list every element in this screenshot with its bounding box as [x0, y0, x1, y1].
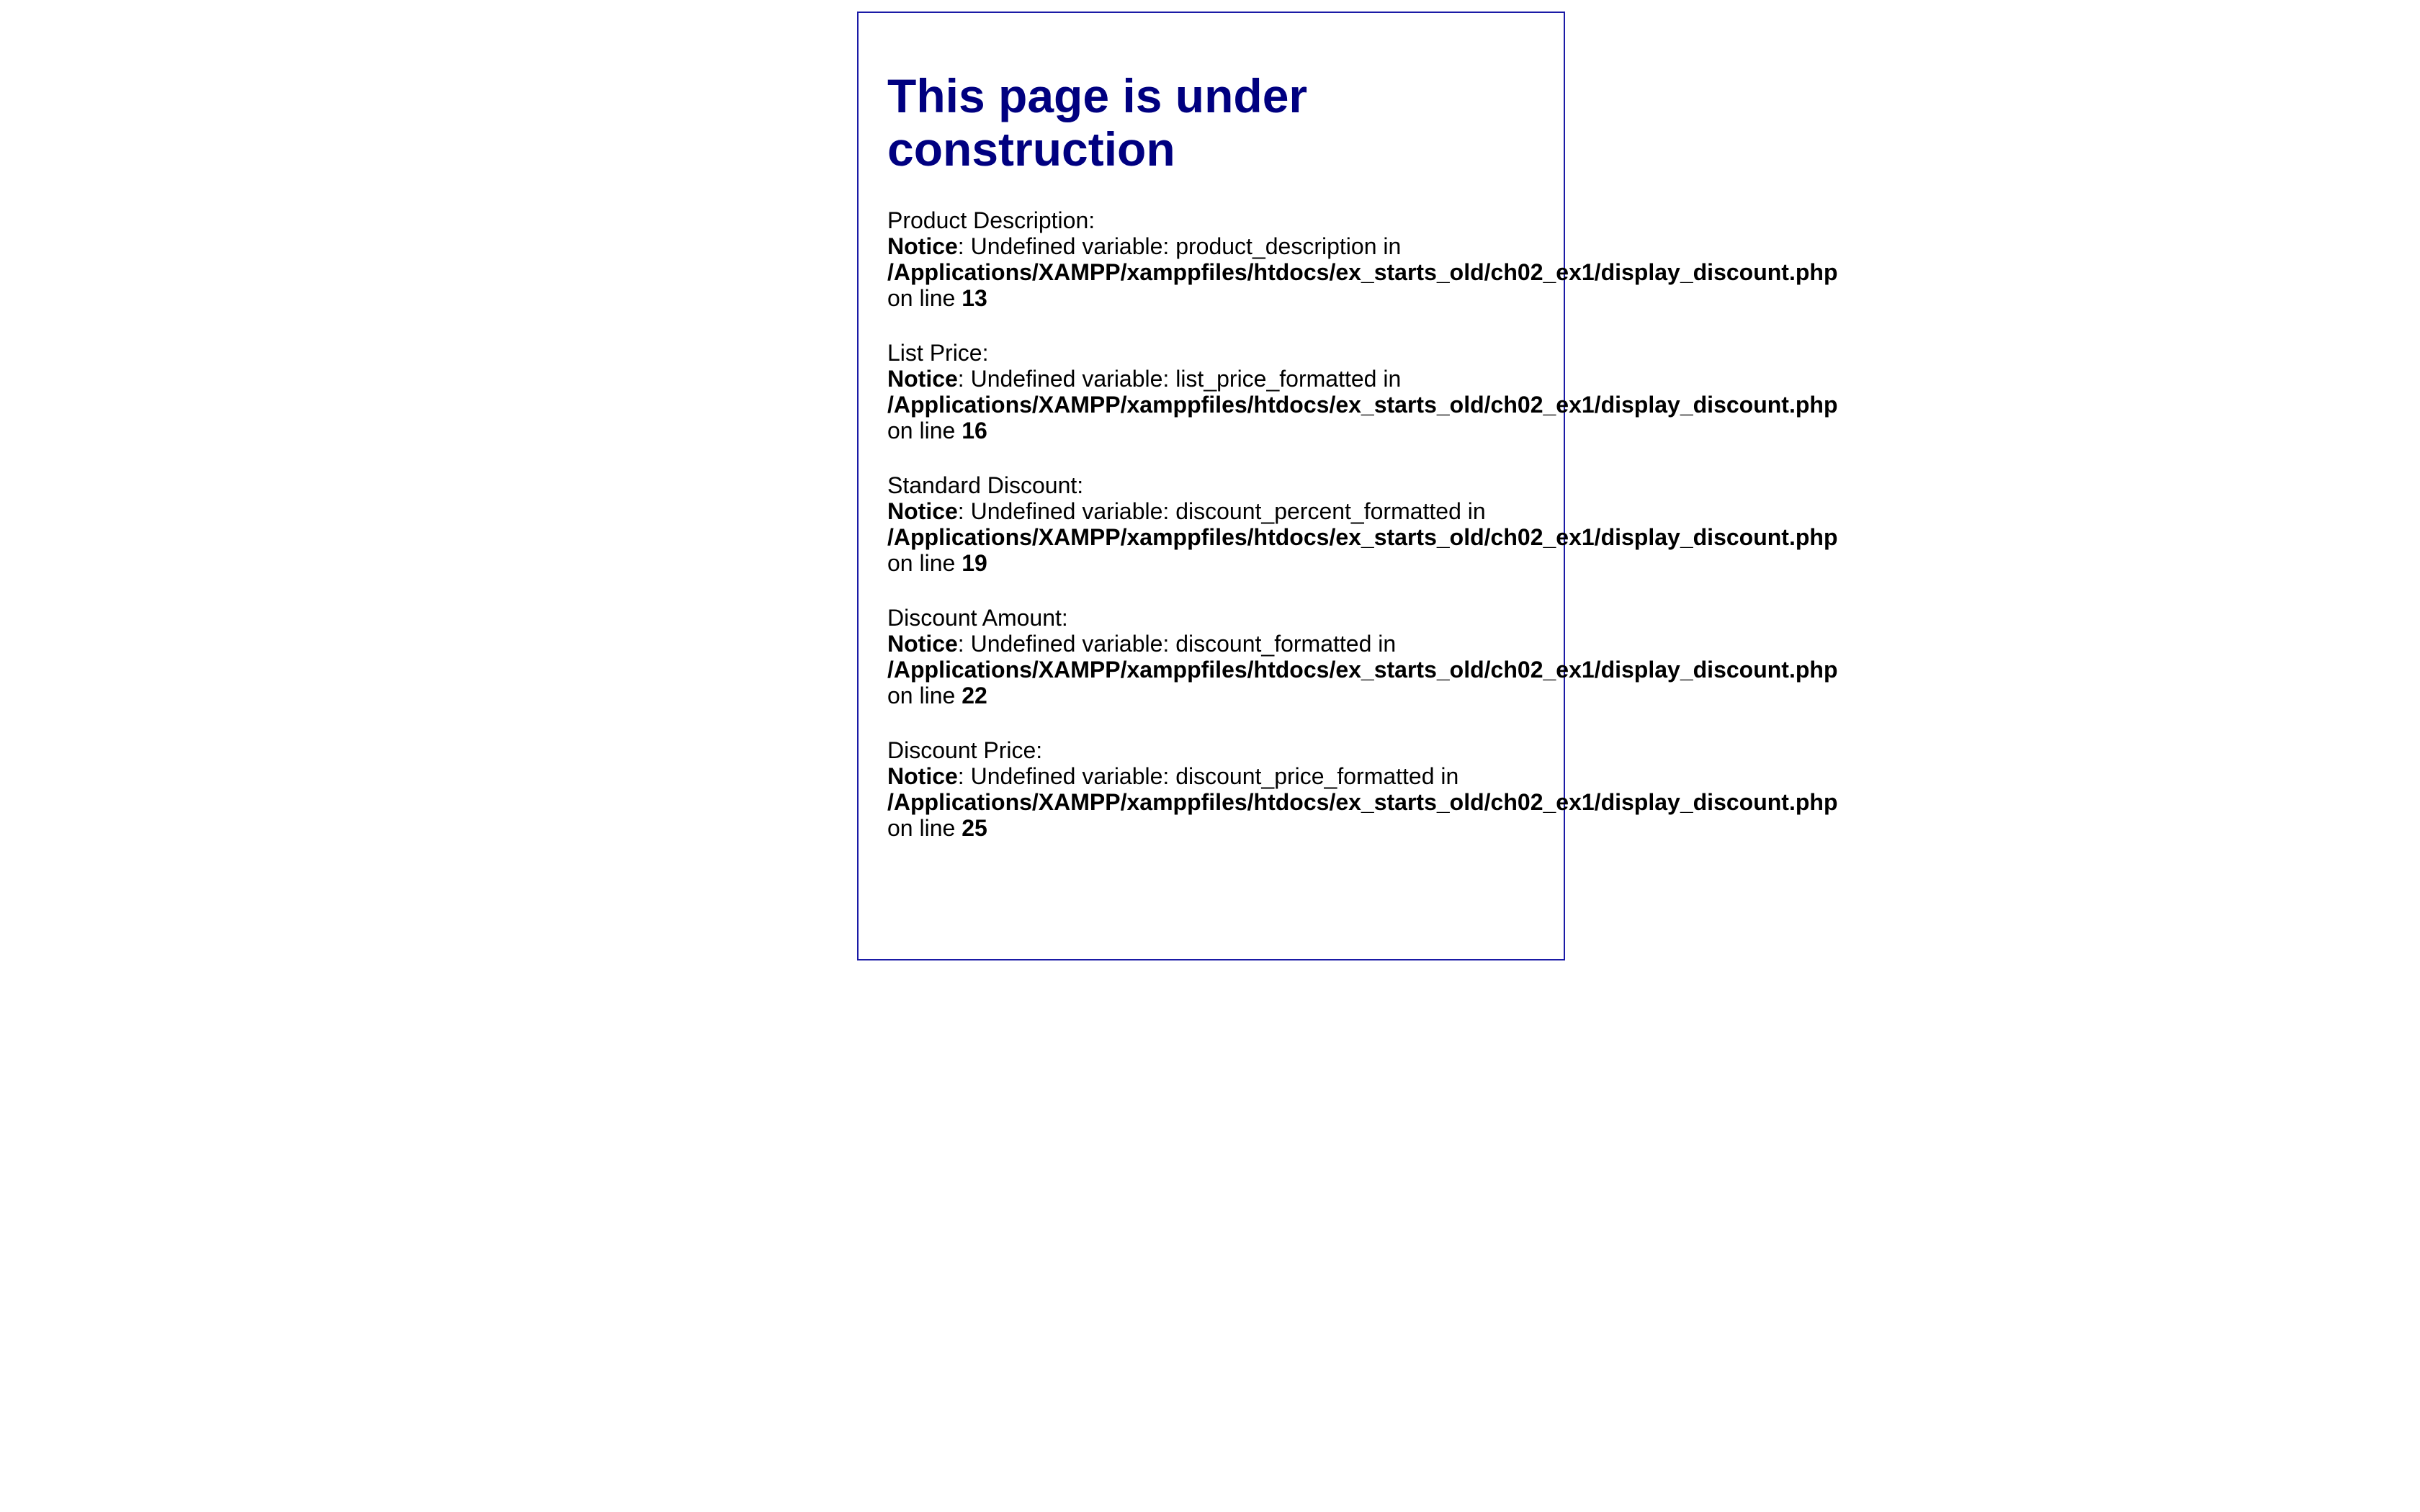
page-title: This page is under construction	[887, 69, 1308, 176]
notice-keyword: Notice	[887, 233, 958, 259]
notice-keyword: Notice	[887, 763, 958, 789]
notice-keyword: Notice	[887, 366, 958, 392]
notice-message: Notice: Undefined variable: discount_for…	[887, 631, 2400, 657]
notice-keyword: Notice	[887, 631, 958, 657]
notice-message: Notice: Undefined variable: list_price_f…	[887, 366, 2400, 392]
file-path: /Applications/XAMPP/xamppfiles/htdocs/ex…	[887, 392, 1838, 418]
field-label: Discount Amount:	[887, 605, 1068, 631]
in-word: in	[1434, 763, 1459, 789]
on-line-text: on line	[887, 418, 962, 444]
variable-name: discount_percent_formatted	[1175, 498, 1461, 524]
file-path: /Applications/XAMPP/xamppfiles/htdocs/ex…	[887, 789, 1838, 815]
notice-message: Notice: Undefined variable: discount_per…	[887, 498, 2400, 524]
field-list-price: List Price: Notice: Undefined variable: …	[887, 340, 2400, 444]
notice-keyword: Notice	[887, 498, 958, 524]
on-line-text: on line	[887, 815, 962, 841]
line-info: on line 19	[887, 550, 2400, 576]
on-line-text: on line	[887, 285, 962, 311]
line-number: 25	[962, 815, 987, 841]
field-label: Standard Discount:	[887, 472, 1084, 498]
line-info: on line 22	[887, 683, 2400, 708]
in-word: in	[1376, 366, 1402, 392]
variable-name: list_price_formatted	[1175, 366, 1377, 392]
line-number: 16	[962, 418, 987, 444]
file-path: /Applications/XAMPP/xamppfiles/htdocs/ex…	[887, 657, 1838, 683]
variable-name: discount_price_formatted	[1175, 763, 1435, 789]
in-word: in	[1376, 233, 1402, 259]
on-line-text: on line	[887, 550, 962, 576]
in-word: in	[1461, 498, 1486, 524]
line-info: on line 13	[887, 285, 2400, 311]
line-info: on line 25	[887, 815, 2400, 841]
notice-separator: : Undefined variable:	[957, 631, 1176, 657]
notice-message: Notice: Undefined variable: discount_pri…	[887, 763, 2400, 789]
variable-name: discount_formatted	[1175, 631, 1372, 657]
notice-message: Notice: Undefined variable: product_desc…	[887, 233, 2400, 259]
variable-name: product_description	[1175, 233, 1377, 259]
file-path: /Applications/XAMPP/xamppfiles/htdocs/ex…	[887, 259, 1838, 285]
field-label: Product Description:	[887, 207, 1095, 233]
notice-separator: : Undefined variable:	[957, 763, 1176, 789]
file-path: /Applications/XAMPP/xamppfiles/htdocs/ex…	[887, 524, 1838, 550]
line-number: 22	[962, 683, 987, 708]
field-label: Discount Price:	[887, 737, 1043, 763]
line-number: 13	[962, 285, 987, 311]
notice-separator: : Undefined variable:	[957, 366, 1176, 392]
field-label: List Price:	[887, 340, 989, 366]
page-content: This page is under construction Product …	[887, 69, 2400, 841]
field-discount-amount: Discount Amount: Notice: Undefined varia…	[887, 605, 2400, 708]
line-number: 19	[962, 550, 987, 576]
field-product-description: Product Description: Notice: Undefined v…	[887, 207, 2400, 311]
in-word: in	[1371, 631, 1397, 657]
line-info: on line 16	[887, 418, 2400, 444]
notice-separator: : Undefined variable:	[957, 233, 1176, 259]
field-discount-price: Discount Price: Notice: Undefined variab…	[887, 737, 2400, 841]
notice-separator: : Undefined variable:	[957, 498, 1176, 524]
on-line-text: on line	[887, 683, 962, 708]
field-standard-discount: Standard Discount: Notice: Undefined var…	[887, 472, 2400, 576]
